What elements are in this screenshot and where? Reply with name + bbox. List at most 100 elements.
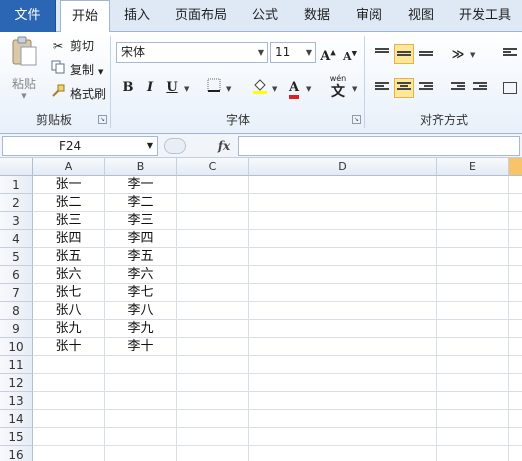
cell-a1[interactable]: 张一 xyxy=(33,176,105,194)
cell-c4[interactable] xyxy=(177,230,249,248)
font-color-dropdown-icon[interactable]: ▼ xyxy=(306,85,311,93)
align-left-button[interactable] xyxy=(372,78,392,98)
cell-f14[interactable] xyxy=(509,410,522,428)
cell-e1[interactable] xyxy=(437,176,509,194)
align-middle-button[interactable] xyxy=(394,44,414,64)
cell-c12[interactable] xyxy=(177,374,249,392)
cell-b6[interactable]: 李六 xyxy=(105,266,177,284)
row-header-12[interactable]: 12 xyxy=(0,374,33,392)
cell-e12[interactable] xyxy=(437,374,509,392)
align-center-button[interactable] xyxy=(394,78,414,98)
tab-home[interactable]: 开始 xyxy=(60,0,110,33)
cell-f1[interactable] xyxy=(509,176,522,194)
cell-b8[interactable]: 李八 xyxy=(105,302,177,320)
cell-e9[interactable] xyxy=(437,320,509,338)
cell-c6[interactable] xyxy=(177,266,249,284)
cell-e7[interactable] xyxy=(437,284,509,302)
copy-button[interactable]: 复制 ▼ xyxy=(50,60,103,80)
cell-d5[interactable] xyxy=(249,248,437,266)
row-header-15[interactable]: 15 xyxy=(0,428,33,446)
cell-f13[interactable] xyxy=(509,392,522,410)
cell-d13[interactable] xyxy=(249,392,437,410)
cell-a9[interactable]: 张九 xyxy=(33,320,105,338)
cell-b14[interactable] xyxy=(105,410,177,428)
row-header-8[interactable]: 8 xyxy=(0,302,33,320)
column-header-a[interactable]: A xyxy=(33,158,105,176)
cell-c9[interactable] xyxy=(177,320,249,338)
cell-f16[interactable] xyxy=(509,446,522,461)
cell-e15[interactable] xyxy=(437,428,509,446)
tab-file[interactable]: 文件 xyxy=(0,0,56,32)
cell-c14[interactable] xyxy=(177,410,249,428)
cell-e14[interactable] xyxy=(437,410,509,428)
column-header-e[interactable]: E xyxy=(437,158,509,176)
cell-a6[interactable]: 张六 xyxy=(33,266,105,284)
cell-c16[interactable] xyxy=(177,446,249,461)
cell-c15[interactable] xyxy=(177,428,249,446)
cell-a2[interactable]: 张二 xyxy=(33,194,105,212)
cell-e8[interactable] xyxy=(437,302,509,320)
cell-d1[interactable] xyxy=(249,176,437,194)
cell-b9[interactable]: 李九 xyxy=(105,320,177,338)
cell-f2[interactable] xyxy=(509,194,522,212)
orientation-button[interactable]: ≫ xyxy=(448,44,468,64)
cell-c10[interactable] xyxy=(177,338,249,356)
cell-a3[interactable]: 张三 xyxy=(33,212,105,230)
column-header-f[interactable] xyxy=(509,158,522,176)
cell-a7[interactable]: 张七 xyxy=(33,284,105,302)
tab-developer[interactable]: 开发工具 xyxy=(452,0,518,32)
tab-formulas[interactable]: 公式 xyxy=(244,0,286,32)
shrink-font-button[interactable]: A▼ xyxy=(340,43,360,63)
cell-a8[interactable]: 张八 xyxy=(33,302,105,320)
cell-c13[interactable] xyxy=(177,392,249,410)
row-header-6[interactable]: 6 xyxy=(0,266,33,284)
cell-d2[interactable] xyxy=(249,194,437,212)
row-header-7[interactable]: 7 xyxy=(0,284,33,302)
tab-page-layout[interactable]: 页面布局 xyxy=(166,0,236,32)
cell-f4[interactable] xyxy=(509,230,522,248)
cell-b7[interactable]: 李七 xyxy=(105,284,177,302)
cell-c11[interactable] xyxy=(177,356,249,374)
cell-b15[interactable] xyxy=(105,428,177,446)
cell-b10[interactable]: 李十 xyxy=(105,338,177,356)
row-header-5[interactable]: 5 xyxy=(0,248,33,266)
format-painter-button[interactable]: 格式刷 xyxy=(50,84,106,104)
cell-f10[interactable] xyxy=(509,338,522,356)
font-size-select[interactable]: 11 ▼ xyxy=(270,42,316,63)
select-all-corner[interactable] xyxy=(0,158,33,176)
font-color-button[interactable]: A xyxy=(284,78,304,99)
cell-e2[interactable] xyxy=(437,194,509,212)
column-header-b[interactable]: B xyxy=(105,158,177,176)
cell-f15[interactable] xyxy=(509,428,522,446)
row-header-14[interactable]: 14 xyxy=(0,410,33,428)
underline-dropdown-icon[interactable]: ▼ xyxy=(184,85,189,93)
cell-e10[interactable] xyxy=(437,338,509,356)
cut-button[interactable]: ✂ 剪切 xyxy=(50,36,94,56)
cell-f6[interactable] xyxy=(509,266,522,284)
cell-f9[interactable] xyxy=(509,320,522,338)
paste-button[interactable]: 粘贴 ▼ xyxy=(6,36,42,106)
tab-review[interactable]: 审阅 xyxy=(348,0,390,32)
tab-view[interactable]: 视图 xyxy=(400,0,442,32)
cell-b3[interactable]: 李三 xyxy=(105,212,177,230)
cell-a11[interactable] xyxy=(33,356,105,374)
cell-a14[interactable] xyxy=(33,410,105,428)
italic-button[interactable]: I xyxy=(140,78,160,98)
align-bottom-button[interactable] xyxy=(416,44,436,64)
border-dropdown-icon[interactable]: ▼ xyxy=(226,85,231,93)
row-header-3[interactable]: 3 xyxy=(0,212,33,230)
cell-d10[interactable] xyxy=(249,338,437,356)
merge-center-button[interactable] xyxy=(500,78,520,98)
font-launcher-icon[interactable]: ↘ xyxy=(352,115,361,124)
cell-a4[interactable]: 张四 xyxy=(33,230,105,248)
increase-indent-button[interactable] xyxy=(470,78,490,98)
font-name-select[interactable]: 宋体 ▼ xyxy=(116,42,268,63)
row-header-16[interactable]: 16 xyxy=(0,446,33,461)
cell-d15[interactable] xyxy=(249,428,437,446)
row-header-4[interactable]: 4 xyxy=(0,230,33,248)
row-header-1[interactable]: 1 xyxy=(0,176,33,194)
decrease-indent-button[interactable] xyxy=(448,78,468,98)
cell-f12[interactable] xyxy=(509,374,522,392)
cell-f8[interactable] xyxy=(509,302,522,320)
cell-d3[interactable] xyxy=(249,212,437,230)
